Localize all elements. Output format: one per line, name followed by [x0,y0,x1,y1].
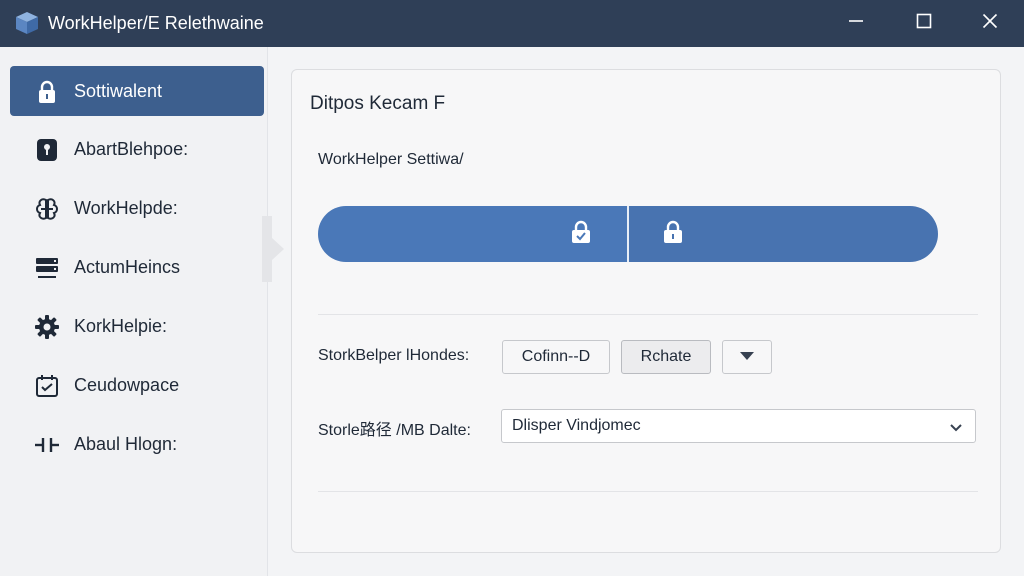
maximize-icon [916,13,932,34]
lock-icon [34,79,60,105]
sidebar-item-label: WorkHelpde: [74,198,178,218]
sidebar-item-label: KorkHelpie: [74,316,168,336]
segment-lock-check-button[interactable] [318,206,627,262]
title-bar: WorkHelper/E Relethwaine [0,0,1024,47]
lock-segmented-control [318,206,938,262]
sidebar-pointer [262,216,284,282]
window-title: WorkHelper/E Relethwaine [48,13,264,33]
sidebar-item-abartblehpoe[interactable]: AbartBlehpoe: [10,124,264,174]
close-icon [982,13,998,34]
calendar-check-icon [34,373,60,399]
sidebar-item-label: Ceudowpace [74,375,180,395]
lock-check-icon [569,219,593,250]
sidebar: Sottiwalent AbartBlehpoe: WorkHelpde: Ac… [0,47,268,576]
minimize-button[interactable] [834,8,878,38]
keyhole-icon [34,137,60,163]
sidebar-item-sottiwalent[interactable]: Sottiwalent [10,66,264,116]
sidebar-item-label: Sottiwalent [74,81,163,101]
chevron-down-icon [947,418,965,436]
sidebar-item-label: Abaul Hlogn: [74,434,178,454]
server-icon [34,255,60,281]
date-select[interactable]: Dlisper Vindjomec [501,409,976,443]
settings-panel: Ditpos Kecam F WorkHelper Settiwa/ Stork… [291,69,1001,553]
sidebar-item-korkhelpie[interactable]: KorkHelpie: [10,301,264,351]
close-button[interactable] [968,8,1012,38]
sidebar-item-workhelpde[interactable]: WorkHelpde: [10,183,264,233]
cofinn-button[interactable]: Cofinn--D [502,340,610,374]
lock-icon [661,219,685,250]
page-title: Ditpos Kecam F [310,93,446,114]
segment-lock-button[interactable] [629,206,938,262]
section-subtitle: WorkHelper Settiwa/ [318,151,464,168]
caret-down-icon [739,348,755,366]
divider [318,314,978,315]
storle-date-label: Storle路径 /MB Dalte: [318,422,471,439]
minimize-icon [848,13,864,34]
cube-app-icon [14,10,40,36]
divider [318,491,978,492]
rchate-button[interactable]: Rchate [621,340,711,374]
sidebar-item-abaul-hlogn[interactable]: Abaul Hlogn: [10,419,264,469]
storkbelper-handles-label: StorkBelper lHondes: [318,347,470,364]
options-dropdown-button[interactable] [722,340,772,374]
sidebar-item-label: ActumHeincs [74,257,181,277]
sidebar-item-label: AbartBlehpoe: [74,139,189,159]
sidebar-item-ceudowpace[interactable]: Ceudowpace [10,360,264,410]
gear-icon [34,314,60,340]
brain-icon [34,196,60,222]
maximize-button[interactable] [902,8,946,38]
date-select-value: Dlisper Vindjomec [512,417,641,434]
sidebar-item-actumheincs[interactable]: ActumHeincs [10,242,264,292]
connector-icon [34,432,60,458]
